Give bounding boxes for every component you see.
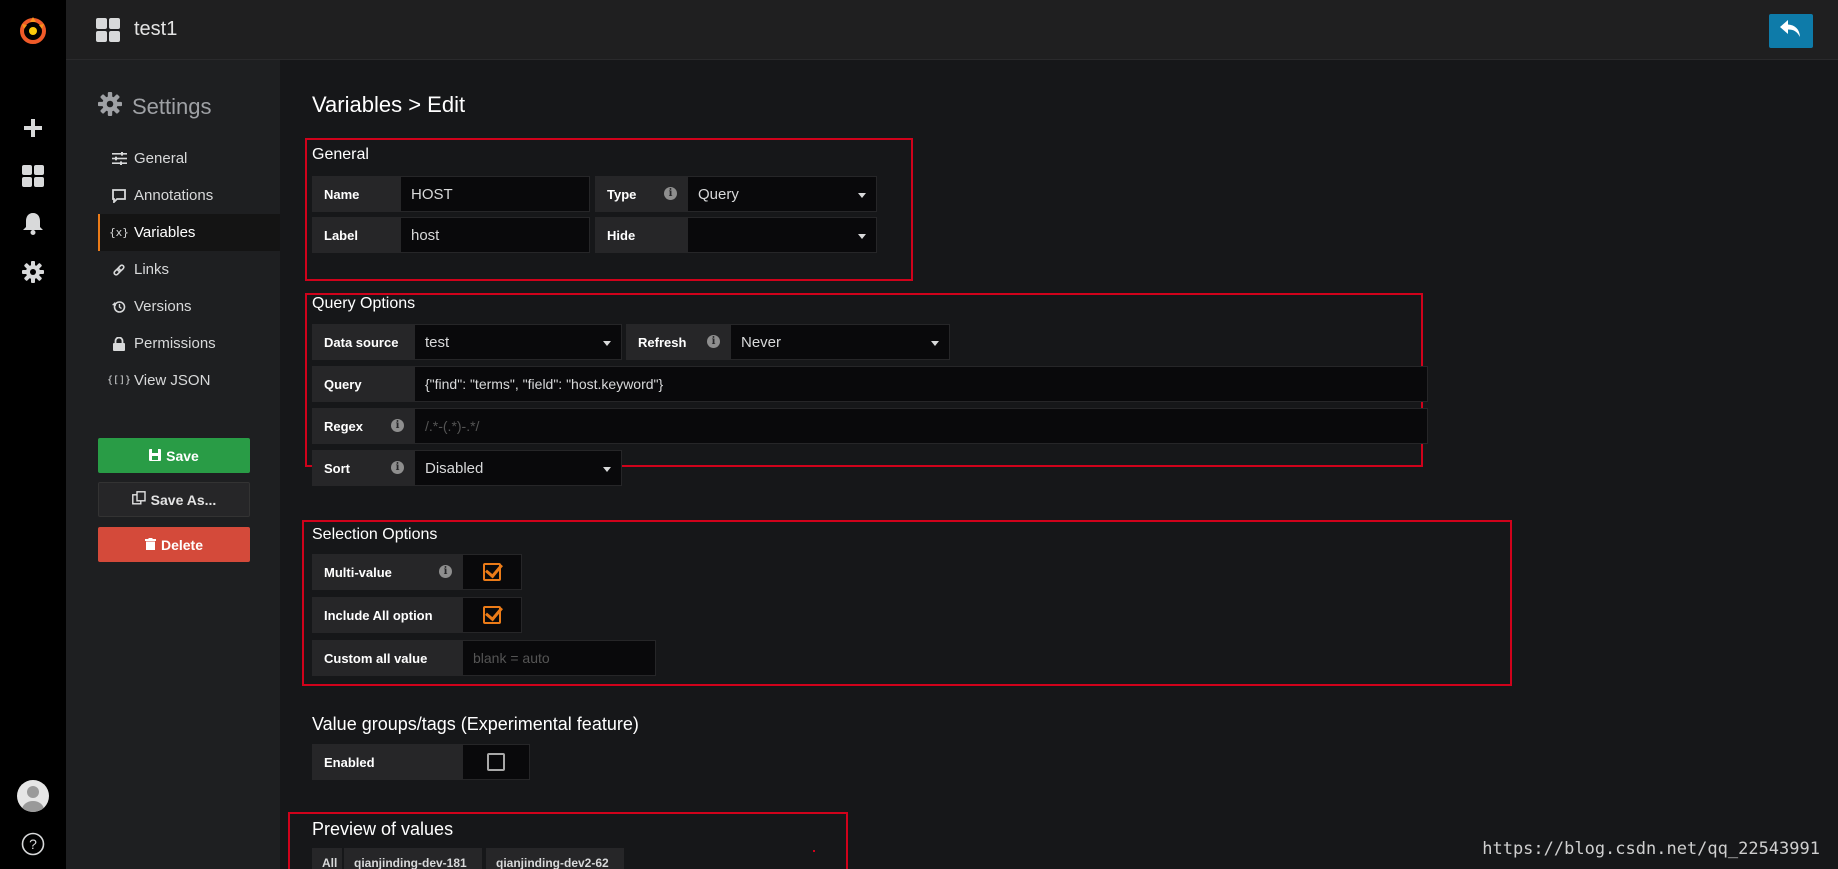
copy-icon [131,491,146,508]
query-options-section-title: Query Options [312,295,416,312]
refresh-label: Refresh i [626,324,730,360]
caret-down-icon [931,341,939,346]
refresh-select[interactable]: Never [730,324,950,360]
regex-label: Regex i [312,408,414,444]
trash-icon [144,537,156,553]
menu-item-variables[interactable]: {x} Variables [98,214,280,251]
svg-text:?: ? [29,836,37,852]
preview-value-tag: qianjinding-dev-181 [344,848,482,869]
info-icon[interactable]: i [391,461,404,474]
type-select[interactable]: Query [687,176,877,212]
info-icon[interactable]: i [664,187,677,200]
selection-options-section-title: Selection Options [312,526,438,543]
multi-value-label: Multi-value i [312,554,462,590]
caret-down-icon [603,467,611,472]
floppy-icon [149,448,162,464]
datasource-label: Data source [312,324,414,360]
user-avatar[interactable] [0,776,66,816]
lock-icon [111,336,127,351]
checkbox-unchecked-icon [487,753,505,771]
page-title: Variables > Edit [312,92,466,117]
sort-select[interactable]: Disabled [414,450,622,486]
variable-editor: Variables > Edit General Name HOST Type … [280,60,1838,869]
delete-button[interactable]: Delete [98,527,250,562]
json-icon: {[]} [106,375,132,386]
comment-icon [111,188,127,203]
info-icon[interactable]: i [391,419,404,432]
settings-heading: Settings [98,92,212,122]
menu-item-general[interactable]: General [98,140,280,177]
save-button[interactable]: Save [98,438,250,473]
hide-select[interactable] [687,217,877,253]
type-label: Type i [595,176,687,212]
undo-arrow-icon [1780,19,1802,43]
sliders-icon [111,152,127,165]
label-label: Label [312,217,400,253]
info-icon[interactable]: i [707,335,720,348]
plus-icon[interactable] [0,110,66,146]
multi-value-checkbox[interactable] [462,554,522,590]
caret-down-icon [858,234,866,239]
gear-icon[interactable] [0,254,66,290]
grafana-logo-icon[interactable] [0,10,66,50]
menu-item-links[interactable]: Links [98,251,280,288]
preview-value-tag: qianjinding-dev2-62 [486,848,624,869]
dashboard-title[interactable]: test1 [134,18,177,41]
settings-menu: General Annotations {x} Variables Links … [98,140,280,399]
regex-input[interactable]: /.*-(.*)-.*/ [414,408,1428,444]
dashboards-icon[interactable] [0,158,66,194]
menu-item-versions[interactable]: Versions [98,288,280,325]
label-input[interactable]: host [400,217,590,253]
checkbox-checked-icon [483,563,501,581]
enabled-checkbox[interactable] [462,744,530,780]
preview-value-tag: All [312,848,343,869]
caret-down-icon [858,193,866,198]
watermark-text: https://blog.csdn.net/qq_22543991 [1482,839,1820,859]
checkbox-checked-icon [483,606,501,624]
query-label: Query [312,366,414,402]
include-all-checkbox[interactable] [462,597,522,633]
side-icon-rail: ? [0,0,66,869]
general-section-title: General [312,146,369,163]
query-input[interactable]: {"find": "terms", "field": "host.keyword… [414,366,1428,402]
dashboard-grid-icon [96,18,120,47]
link-icon [111,263,127,277]
custom-all-input[interactable]: blank = auto [462,640,656,676]
save-as-button[interactable]: Save As... [98,482,250,517]
enabled-label: Enabled [312,744,462,780]
variable-icon: {x} [109,226,129,239]
history-icon [111,300,127,314]
sort-label: Sort i [312,450,414,486]
name-input[interactable]: HOST [400,176,590,212]
bell-icon[interactable] [0,206,66,242]
preview-section-title: Preview of values [312,819,454,839]
caret-down-icon [603,341,611,346]
top-navbar: test1 [66,0,1838,60]
menu-item-annotations[interactable]: Annotations [98,177,280,214]
gear-icon [98,92,122,122]
menu-item-permissions[interactable]: Permissions [98,325,280,362]
help-icon[interactable]: ? [0,828,66,860]
info-icon[interactable]: i [439,565,452,578]
hide-label: Hide [595,217,687,253]
back-to-dashboard-button[interactable] [1769,14,1813,48]
red-dot [813,850,815,852]
name-label: Name [312,176,400,212]
value-groups-section-title: Value groups/tags (Experimental feature) [312,714,639,734]
custom-all-label: Custom all value [312,640,462,676]
datasource-select[interactable]: test [414,324,622,360]
include-all-label: Include All option [312,597,462,633]
settings-sidemenu: Settings General Annotations {x} Variabl… [66,60,280,869]
menu-item-view-json[interactable]: {[]} View JSON [98,362,280,399]
settings-title: Settings [132,94,212,119]
